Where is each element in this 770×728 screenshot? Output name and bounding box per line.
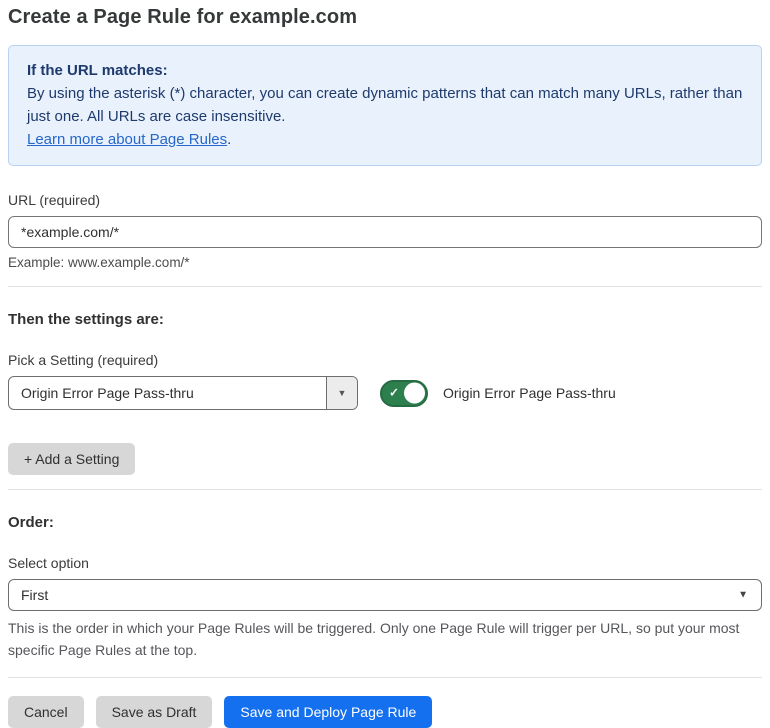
order-select[interactable]: First ▼ (8, 579, 762, 611)
save-draft-button[interactable]: Save as Draft (95, 696, 213, 728)
url-match-info-box: If the URL matches: By using the asteris… (8, 45, 762, 166)
url-field-label: URL (required) (8, 192, 101, 208)
learn-more-link[interactable]: Learn more about Page Rules (27, 131, 227, 148)
setting-dropdown-arrow-button[interactable]: ▼ (326, 377, 357, 409)
chevron-down-icon: ▼ (337, 388, 347, 398)
link-period: . (227, 131, 232, 148)
footer-button-row: Cancel Save as Draft Save and Deploy Pag… (8, 696, 762, 728)
add-setting-button[interactable]: + Add a Setting (8, 443, 136, 475)
url-input[interactable] (8, 216, 762, 248)
order-select-value: First (21, 587, 49, 603)
url-example-helper: Example: www.example.com/* (8, 255, 190, 270)
setting-dropdown[interactable]: Origin Error Page Pass-thru ▼ (8, 376, 358, 410)
order-section-heading: Order: (8, 514, 54, 531)
toggle-knob (404, 382, 425, 404)
order-helper-text: This is the order in which your Page Rul… (8, 620, 740, 658)
check-icon: ✓ (389, 385, 400, 400)
settings-section-heading: Then the settings are: (8, 311, 164, 328)
setting-row: Origin Error Page Pass-thru ▼ ✓ Origin E… (8, 376, 762, 410)
chevron-down-icon: ▼ (738, 589, 748, 601)
order-select-label: Select option (8, 555, 89, 571)
pick-setting-label: Pick a Setting (required) (8, 352, 159, 368)
divider (8, 489, 762, 490)
divider (8, 286, 762, 287)
cancel-button[interactable]: Cancel (8, 696, 84, 728)
setting-toggle-label: Origin Error Page Pass-thru (443, 385, 616, 401)
info-box-link-line: Learn more about Page Rules. (27, 128, 743, 151)
page-rule-form: Create a Page Rule for example.com If th… (0, 0, 770, 728)
page-title: Create a Page Rule for example.com (8, 6, 358, 28)
setting-dropdown-value: Origin Error Page Pass-thru (21, 385, 194, 401)
save-deploy-button[interactable]: Save and Deploy Page Rule (224, 696, 433, 728)
info-box-heading: If the URL matches: (27, 62, 168, 79)
info-box-body: By using the asterisk (*) character, you… (27, 85, 743, 125)
setting-toggle[interactable]: ✓ (380, 379, 428, 407)
divider (8, 677, 762, 678)
